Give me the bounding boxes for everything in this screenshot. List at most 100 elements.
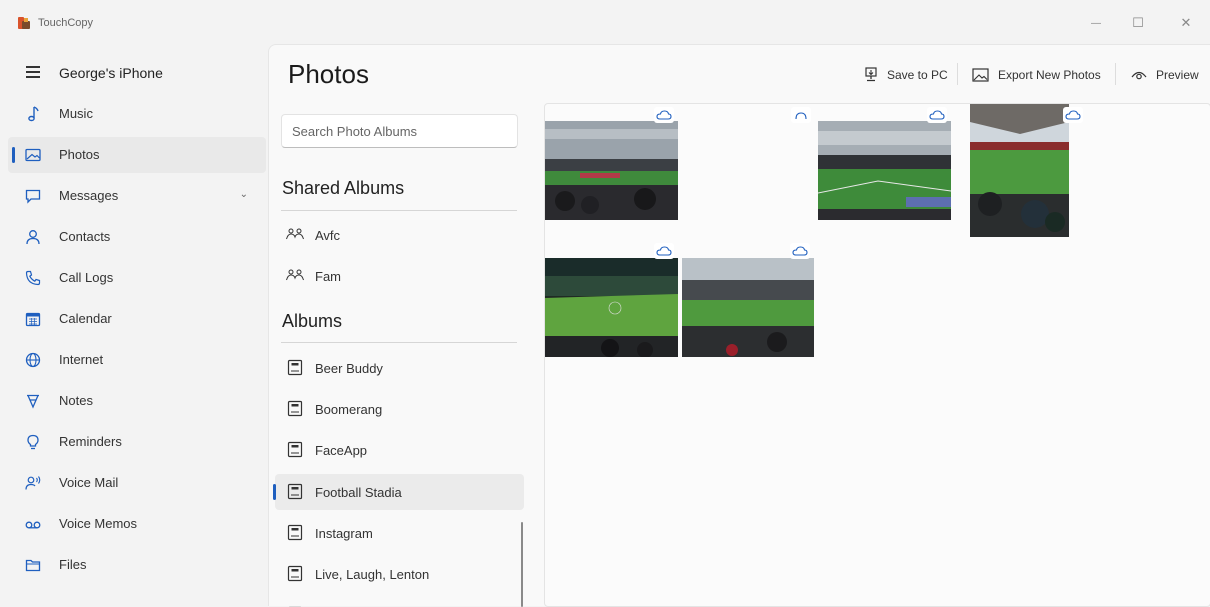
shared-people-icon: [286, 269, 304, 281]
sidebar-item-label: Notes: [59, 393, 93, 408]
sidebar-item-music[interactable]: Music: [8, 96, 266, 132]
photo-thumbnail[interactable]: [545, 121, 678, 220]
save-to-pc-button[interactable]: Save to PC: [864, 65, 948, 85]
cloud-icon: [654, 107, 674, 123]
sidebar-item-internet[interactable]: Internet: [8, 342, 266, 378]
export-image-icon: [972, 68, 989, 82]
sidebar-item-label: Music: [59, 106, 93, 121]
shared-album-fam[interactable]: Fam: [275, 258, 524, 294]
notes-icon: [27, 394, 39, 409]
export-new-photos-label: Export New Photos: [998, 68, 1101, 82]
person-icon: [26, 230, 40, 245]
sidebar-item-call-logs[interactable]: Call Logs: [8, 260, 266, 296]
album-live-laugh-lenton[interactable]: Live, Laugh, Lenton: [275, 556, 524, 592]
album-label: Boomerang: [315, 402, 383, 417]
minimize-icon: —: [1091, 17, 1101, 29]
album-label: Football Stadia: [315, 485, 402, 500]
sidebar-item-label: Reminders: [59, 434, 122, 449]
albums-scrollbar[interactable]: [521, 522, 523, 607]
active-indicator: [12, 147, 15, 163]
toolbar-divider: [957, 63, 958, 85]
voicemail-icon: [25, 521, 41, 529]
album-label: Live, Laugh, Lenton: [315, 567, 430, 582]
maximize-icon: ☐: [1132, 15, 1144, 30]
export-new-photos-button[interactable]: Export New Photos: [972, 65, 1101, 85]
album-icon: [287, 441, 303, 458]
sidebar-item-voice-memos[interactable]: Voice Memos: [8, 506, 266, 542]
preview-label: Preview: [1156, 68, 1199, 82]
album-instagram[interactable]: Instagram: [275, 515, 524, 551]
sidebar-item-messages[interactable]: Messages ⌄: [8, 178, 266, 214]
section-divider: [281, 342, 517, 343]
search-albums-input[interactable]: [281, 114, 518, 148]
album-icon: [287, 565, 303, 582]
cloud-icon: [790, 243, 810, 259]
active-indicator: [273, 484, 276, 500]
sidebar-item-label: Voice Mail: [59, 475, 119, 490]
close-icon: ✕: [1180, 15, 1192, 30]
shared-album-label: Fam: [315, 269, 341, 284]
albums-header: Albums: [282, 311, 343, 331]
sidebar-item-contacts[interactable]: Contacts: [8, 219, 266, 255]
shared-album-avfc[interactable]: Avfc: [275, 217, 524, 253]
album-faceapp[interactable]: FaceApp: [275, 432, 524, 468]
globe-icon: [25, 352, 41, 368]
album-icon: [287, 524, 303, 541]
sidebar-item-calendar[interactable]: Calendar: [8, 301, 266, 337]
save-to-pc-icon: [865, 67, 877, 82]
album-icon: [287, 400, 303, 417]
image-icon: [25, 148, 41, 162]
photo-grid: [544, 103, 1210, 607]
page-title: Photos: [288, 59, 369, 89]
sidebar-item-label: Calendar: [59, 311, 112, 326]
album-icon: [287, 359, 303, 376]
shared-album-label: Avfc: [315, 228, 341, 243]
app-window: TouchCopy — ☐ ✕ George's iPhone Music Ph…: [0, 0, 1210, 607]
eye-icon: [1131, 71, 1147, 80]
cloud-icon: [791, 107, 811, 123]
album-label: Beer Buddy: [315, 361, 383, 376]
app-title: TouchCopy: [38, 17, 94, 29]
toolbar-divider: [1115, 63, 1116, 85]
section-divider: [281, 210, 517, 211]
sidebar-item-label: Files: [59, 557, 87, 572]
album-beer-buddy[interactable]: Beer Buddy: [275, 350, 524, 386]
sidebar-item-label: Contacts: [59, 229, 111, 244]
minimize-button[interactable]: —: [1082, 12, 1110, 34]
close-button[interactable]: ✕: [1172, 12, 1200, 34]
save-to-pc-label: Save to PC: [887, 68, 948, 82]
photo-thumbnail[interactable]: [970, 104, 1069, 237]
photo-thumbnail[interactable]: [682, 258, 814, 357]
lightbulb-icon: [27, 434, 39, 450]
content-panel: Photos Save to PC Export New Photos Prev…: [268, 44, 1210, 607]
photo-thumbnail[interactable]: [818, 121, 951, 220]
title-bar: TouchCopy — ☐ ✕: [0, 0, 1210, 44]
sidebar-item-files[interactable]: Files: [8, 547, 266, 583]
photo-thumbnail[interactable]: [545, 258, 678, 357]
album-boomerang[interactable]: Boomerang: [275, 391, 524, 427]
device-name: George's iPhone: [59, 65, 163, 81]
sidebar-item-notes[interactable]: Notes: [8, 383, 266, 419]
sidebar-item-voice-mail[interactable]: Voice Mail: [8, 465, 266, 501]
shared-albums-header: Shared Albums: [282, 178, 405, 198]
music-note-icon: [28, 106, 39, 122]
sidebar-item-reminders[interactable]: Reminders: [8, 424, 266, 460]
folder-icon: [25, 559, 41, 572]
maximize-button[interactable]: ☐: [1124, 12, 1152, 34]
album-icon: [287, 483, 303, 500]
chevron-down-icon[interactable]: ⌄: [240, 189, 248, 200]
device-header: George's iPhone: [0, 56, 268, 90]
cloud-icon: [927, 107, 947, 123]
preview-button[interactable]: Preview: [1131, 65, 1199, 85]
sidebar-item-label: Messages: [59, 188, 119, 203]
sidebar-item-photos[interactable]: Photos: [8, 137, 266, 173]
sidebar: George's iPhone Music Photos Messages ⌄ …: [0, 50, 268, 606]
voicemail-person-icon: [25, 476, 41, 490]
hamburger-menu-icon[interactable]: [26, 66, 40, 78]
cloud-icon: [1063, 107, 1083, 123]
sidebar-item-label: Internet: [59, 352, 104, 367]
album-football-stadia[interactable]: Football Stadia: [273, 474, 524, 510]
touchcopy-logo-icon: [18, 17, 30, 29]
chat-bubble-icon: [25, 189, 41, 204]
sidebar-item-label: Photos: [59, 147, 100, 162]
